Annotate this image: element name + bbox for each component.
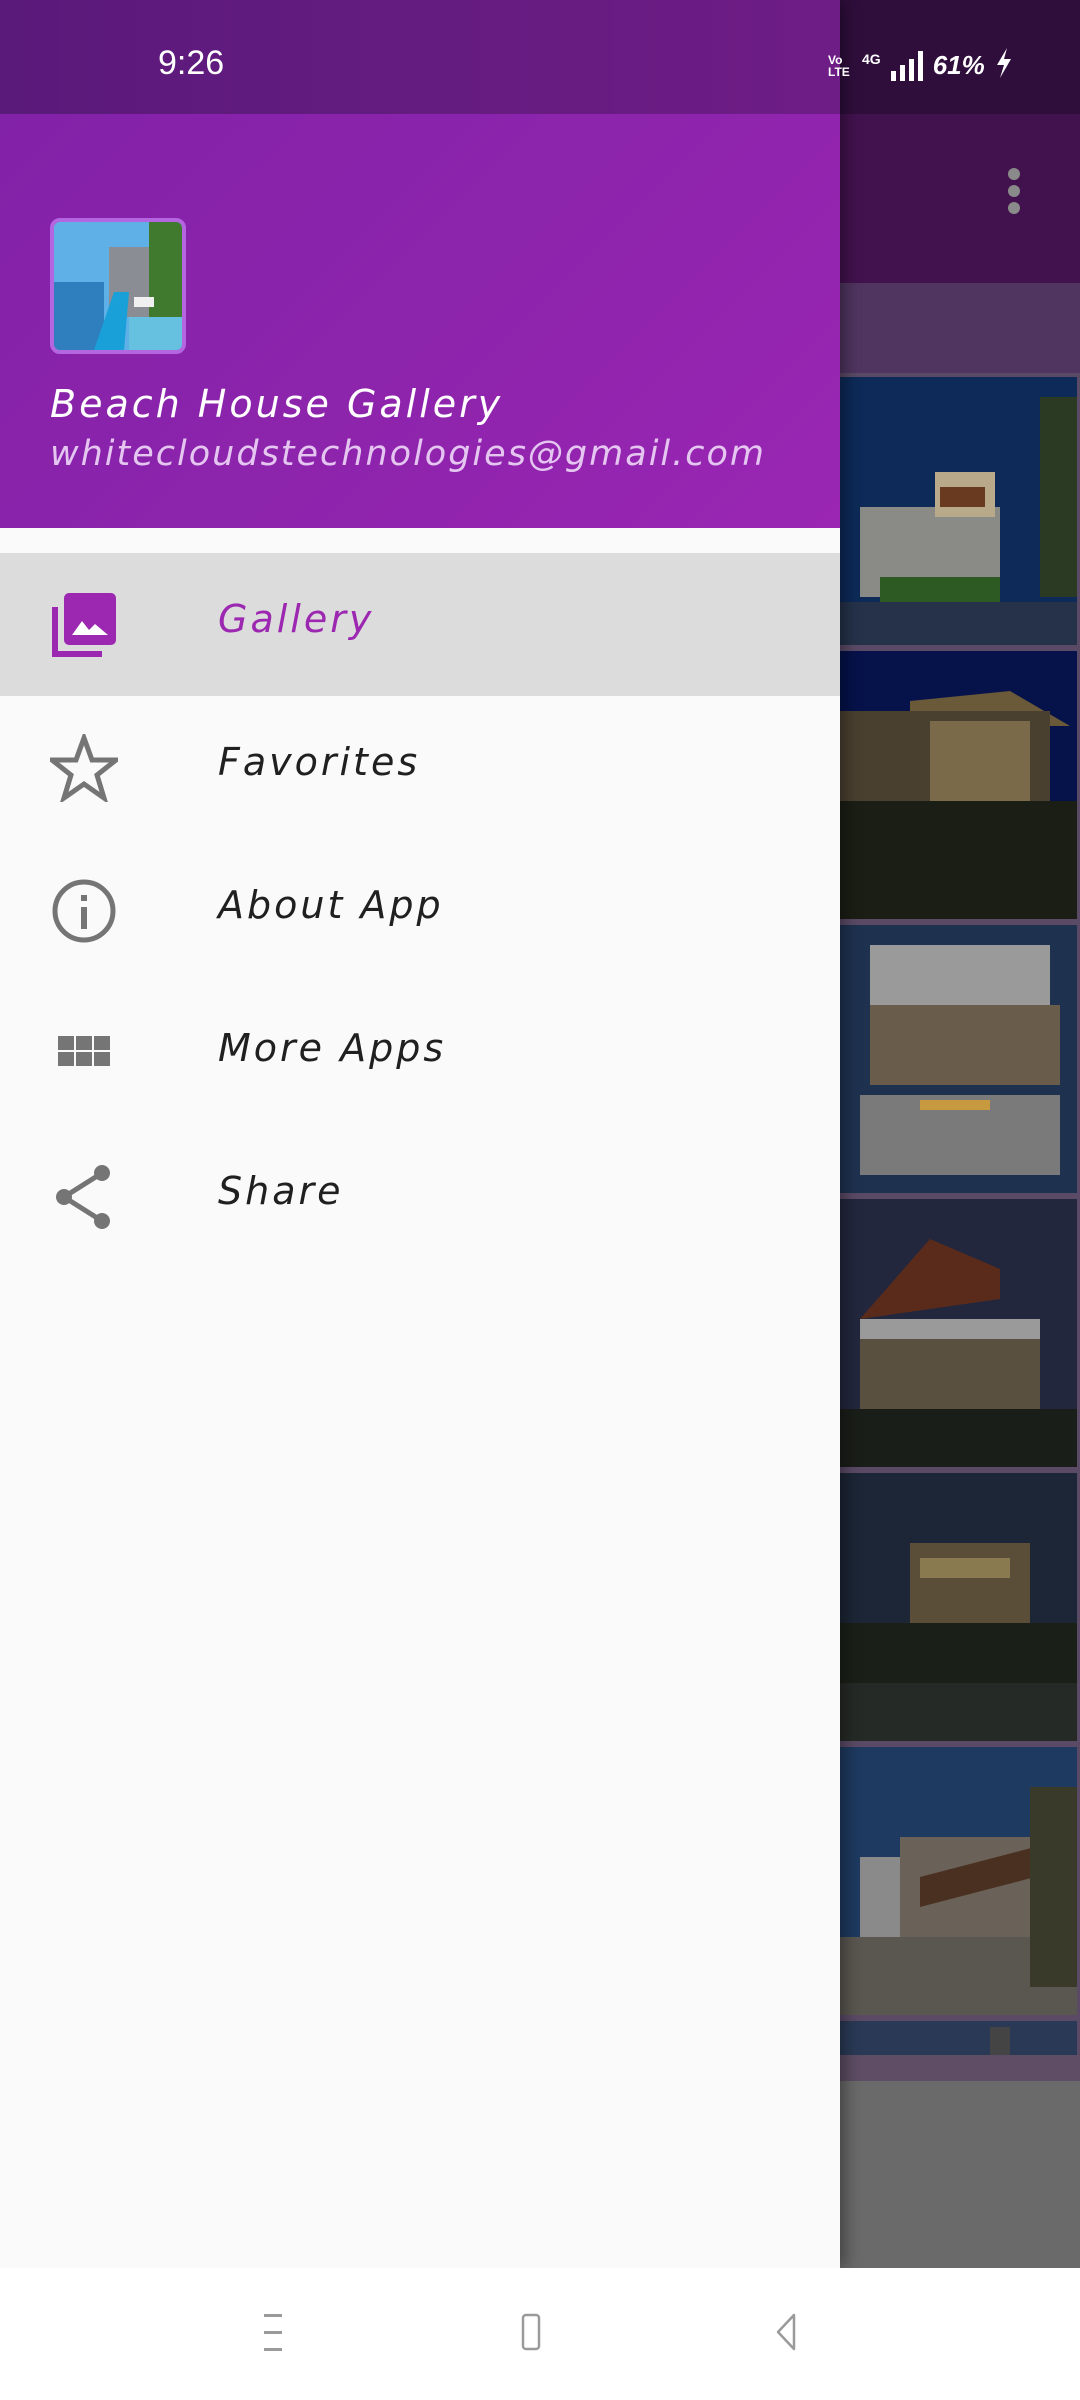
photo-thumbnail[interactable] <box>840 1473 1077 1741</box>
back-icon <box>776 2313 796 2351</box>
drawer-item-label: Share <box>218 1169 344 1213</box>
drawer-item-label: About App <box>218 883 444 927</box>
battery-percentage: 61% <box>932 50 985 80</box>
recents-button[interactable] <box>252 2308 312 2364</box>
app-logo-avatar <box>50 218 186 354</box>
photo-thumbnail[interactable] <box>840 377 1077 645</box>
photo-thumbnail[interactable] <box>840 1199 1077 1467</box>
share-icon <box>50 1163 118 1231</box>
volte-icon: Vo LTE <box>828 52 850 79</box>
app-title: Beach House Gallery <box>50 382 504 426</box>
signal-strength-icon <box>890 50 923 81</box>
photo-thumbnail[interactable] <box>840 1747 1077 2015</box>
lightning-bolt-icon <box>995 48 1013 83</box>
drawer-item-label: Favorites <box>218 740 421 784</box>
drawer-item-label: Gallery <box>218 597 375 641</box>
navigation-drawer: Beach House Gallery whitecloudstechnolog… <box>0 0 840 2268</box>
back-button[interactable] <box>768 2308 828 2364</box>
drawer-item-label: More Apps <box>218 1026 447 1070</box>
photo-thumbnail[interactable] <box>840 2021 1077 2055</box>
system-navigation-bar <box>0 2268 1080 2400</box>
developer-email: whitecloudstechnologies@gmail.com <box>50 434 767 474</box>
overflow-menu-icon[interactable] <box>996 168 1032 228</box>
drawer-menu: Gallery Favorites About App More Apps Sh… <box>0 553 840 1268</box>
network-type-label: 4G <box>862 50 881 67</box>
info-outline-icon <box>50 877 118 945</box>
grid-apps-icon <box>50 1020 118 1088</box>
photo-thumbnail[interactable] <box>840 651 1077 919</box>
status-icons: Vo LTE 4G 61% <box>828 48 1013 83</box>
photo-library-icon <box>50 591 118 659</box>
drawer-item-gallery[interactable]: Gallery <box>0 553 840 696</box>
drawer-header: Beach House Gallery whitecloudstechnolog… <box>0 114 840 528</box>
drawer-status-bar <box>0 0 840 114</box>
home-icon <box>521 2313 541 2351</box>
drawer-item-favorites[interactable]: Favorites <box>0 696 840 839</box>
home-button[interactable] <box>510 2308 570 2364</box>
recents-icon <box>264 2314 282 2351</box>
star-outline-icon <box>44 730 124 805</box>
drawer-item-more-apps[interactable]: More Apps <box>0 982 840 1125</box>
photo-thumbnail[interactable] <box>840 925 1077 1193</box>
drawer-item-about-app[interactable]: About App <box>0 839 840 982</box>
drawer-item-share[interactable]: Share <box>0 1125 840 1268</box>
status-time: 9:26 <box>158 44 225 82</box>
